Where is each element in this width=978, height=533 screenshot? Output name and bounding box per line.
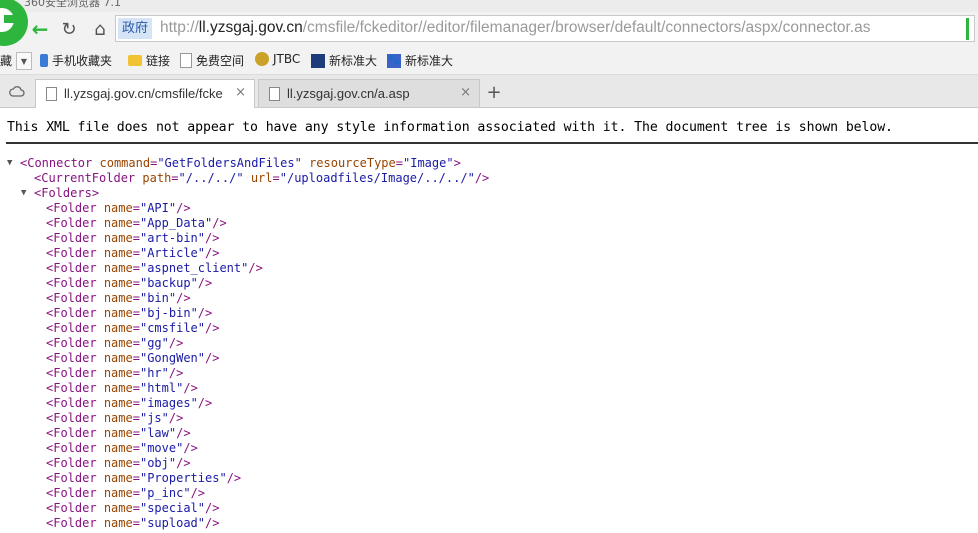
xml-folder-line: <Folder name="bj-bin"/> [46,306,213,320]
bookmark-news-2[interactable]: 🐾 新标准大 [387,52,453,69]
navigation-bar: ← ↻ ⌂ 政府 http://ll.yzsgaj.gov.cn/cmsfile… [0,12,978,46]
window-title: 360安全浏览器 7.1 [24,0,121,9]
toolbar-edge-icon[interactable] [966,18,977,40]
xml-folder-line: <Folder name="aspnet_client"/> [46,261,263,275]
page-icon [180,53,192,68]
xml-folder-line: <Folder name="backup"/> [46,276,213,290]
xml-folder-line: <Folder name="hr"/> [46,366,184,380]
home-icon[interactable]: ⌂ [88,17,112,41]
xml-folder-line: <Folder name="p_inc"/> [46,486,206,500]
xml-folder-line: <Folder name="App_Data"/> [46,216,227,230]
bookmark-news-1[interactable]: 新标准大 [311,52,377,69]
close-icon[interactable]: × [235,85,246,100]
site-category-badge[interactable]: 政府 [118,18,153,39]
url-text[interactable]: http://ll.yzsgaj.gov.cn/cmsfile/fckedito… [160,19,870,37]
new-tab-button[interactable]: + [483,80,505,104]
xml-folder-line: <Folder name="images"/> [46,396,213,410]
phone-icon [40,54,48,67]
xml-folder-line: <Folder name="js"/> [46,411,184,425]
bookmark-links[interactable]: 链接 [128,52,170,69]
xml-folder-line: <Folder name="special"/> [46,501,220,515]
collapse-toggle-icon[interactable]: ▼ [21,186,26,201]
favorites-dropdown-icon[interactable]: ▼ [16,52,32,70]
xml-folder-line: <Folder name="cmsfile"/> [46,321,220,335]
site-logo-icon [311,53,325,68]
paw-icon: 🐾 [387,53,401,68]
tab-connector[interactable]: ll.yzsgaj.gov.cn/cmsfile/fcke × [35,79,255,108]
title-bar: 360安全浏览器 7.1 [0,0,978,12]
xml-folder-line: <Folder name="Article"/> [46,246,220,260]
document-icon [269,87,280,101]
address-bar[interactable]: 政府 http://ll.yzsgaj.gov.cn/cmsfile/fcked… [115,15,975,42]
bookmark-mobile-favorites[interactable]: 手机收藏夹 [40,52,112,69]
xml-folder-line: <Folder name="GongWen"/> [46,351,220,365]
bookmark-free-space[interactable]: 免费空间 [180,52,244,69]
xml-folder-line: <Folder name="html"/> [46,381,198,395]
cloud-icon[interactable] [9,85,25,97]
bookmarks-bar: 藏 ▼ 手机收藏夹 链接 免费空间 JTBC 新标准大 🐾 新标准大 [0,46,978,75]
tab-strip: ll.yzsgaj.gov.cn/cmsfile/fcke × ll.yzsga… [0,75,978,108]
xml-folder-line: <Folder name="gg"/> [46,336,184,350]
xml-folder-line: <Folder name="law"/> [46,426,191,440]
document-icon [46,87,57,101]
tab-label: ll.yzsgaj.gov.cn/a.asp [287,86,410,101]
xml-style-notice: This XML file does not appear to have an… [7,120,893,135]
notice-divider [6,142,978,144]
xml-folder-line: <Folder name="obj"/> [46,456,191,470]
xml-folder-line: <Folder name="art-bin"/> [46,231,220,245]
tab-a-asp[interactable]: ll.yzsgaj.gov.cn/a.asp × [258,79,480,107]
xml-folders-line: ▼ <Folders> [21,186,100,200]
jtbc-logo-icon [255,52,269,66]
back-arrow-icon[interactable]: ← [28,17,52,41]
reload-icon[interactable]: ↻ [57,17,81,41]
folder-icon [128,55,142,66]
xml-folder-line: <Folder name="Properties"/> [46,471,242,485]
bookmark-favorites[interactable]: 藏 [0,52,12,69]
xml-current-folder-line: <CurrentFolder path="/../../" url="/uplo… [34,171,490,185]
tab-label: ll.yzsgaj.gov.cn/cmsfile/fcke [64,86,223,101]
xml-connector-line: ▼ <Connector command="GetFoldersAndFiles… [7,156,461,170]
xml-folder-line: <Folder name="move"/> [46,441,198,455]
close-icon[interactable]: × [460,85,471,100]
xml-folder-line: <Folder name="supload"/> [46,516,220,530]
xml-folder-line: <Folder name="API"/> [46,201,191,215]
page-content: This XML file does not appear to have an… [0,108,978,533]
xml-folder-line: <Folder name="bin"/> [46,291,191,305]
bookmark-jtbc[interactable]: JTBC [255,52,300,66]
collapse-toggle-icon[interactable]: ▼ [7,156,12,171]
